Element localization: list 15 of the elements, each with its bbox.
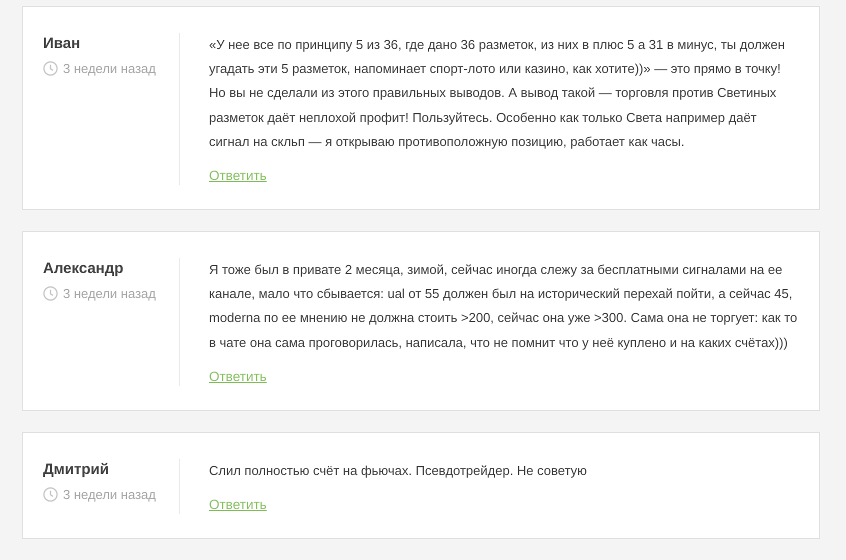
reply-link[interactable]: Ответить — [209, 497, 267, 512]
reply-link[interactable]: Ответить — [209, 168, 267, 184]
author-name: Иван — [43, 35, 82, 52]
author-name: Дмитрий — [43, 460, 110, 478]
comment-time: 3 недели назад — [63, 61, 156, 76]
comment-text: Слил полностью счёт на фьючах. Псевдотрейдер. Не советую — [209, 462, 588, 480]
reply-link[interactable]: Ответить — [209, 368, 267, 384]
clock-icon — [43, 286, 58, 302]
comment-time: 3 недели назад — [63, 486, 156, 502]
clock-icon — [43, 486, 58, 502]
author-name: Александр — [43, 260, 124, 278]
comment-text: Я тоже был в привате 2 месяца, зимой, сейчас иногда слежу за бесплатными сигналами на ее канале, мало что сбывается: ual от 55 должен был на исторический перехай пойти, а сейчас 45, moderna по ее мнению не должна стоить >200, сейчас она уже >300. Сама она не торгует: как то в чате она сама проговорилась, написала, что не помнит что у неё куплено и на каких счётах))) — [209, 261, 798, 352]
clock-icon — [43, 61, 58, 76]
comment-time: 3 недели назад — [63, 286, 156, 302]
comment-text: «У нее все по принципу 5 из 36, где дано 36 разметок, из них в плюс 5 а 31 в минус, ты должен угадать эти 5 разметок, напоминает спорт-лото или казино, как хотите))» — это прямо в точку! Но вы не сделали из этого правильных выводов. А вывод такой — торговля против Светиных разметок даёт неплохой профит! Пользуйтесь. Особенно как только Света например даёт сигнал на скльп — я открываю противоположную позицию, работает как часы. — [209, 36, 786, 151]
